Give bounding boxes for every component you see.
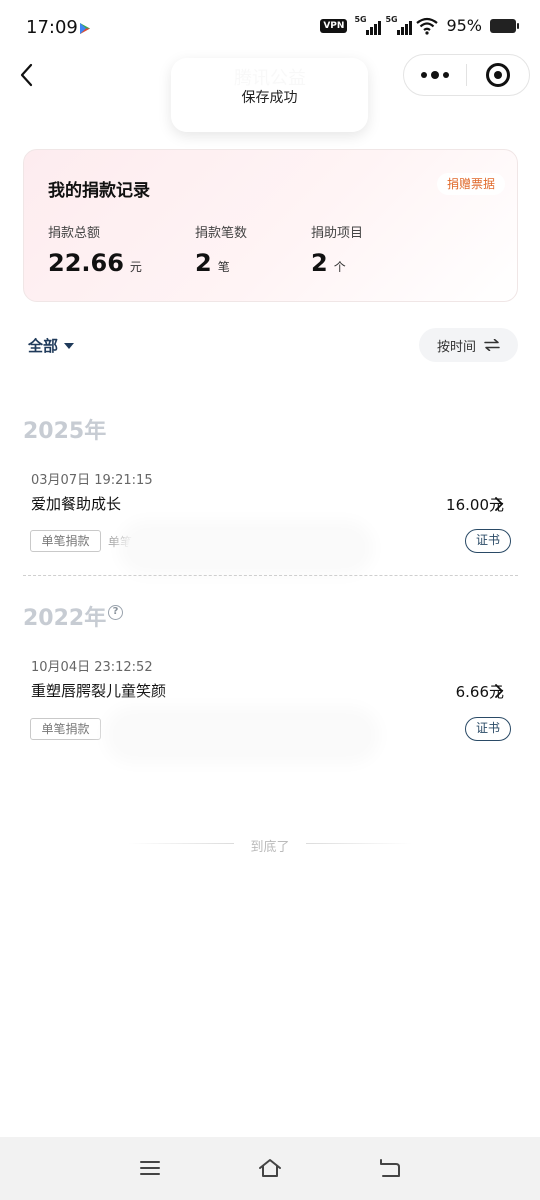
chevron-right-icon — [495, 684, 503, 698]
battery-icon — [490, 18, 519, 33]
stat-donation-count: 捐款笔数 2笔 — [195, 226, 248, 277]
donation-summary-card: 我的捐款记录 捐赠票据 捐款总额 22.66 元 捐款笔数 2笔 捐助项目 2个 — [23, 149, 518, 302]
donation-receipt-button[interactable]: 捐赠票据 — [436, 173, 505, 195]
swap-arrows-icon — [484, 339, 500, 351]
status-time: 17:09 — [26, 17, 78, 38]
summary-title: 我的捐款记录 — [48, 181, 150, 201]
toast: 保存成功 — [171, 58, 368, 132]
end-divider-right — [306, 843, 412, 844]
wifi-icon — [416, 17, 439, 35]
more-dots-icon — [421, 72, 427, 78]
play-store-icon — [80, 23, 90, 34]
status-bar: 17:09 VPN 5G 5G 95% — [0, 0, 540, 56]
toast-text: 保存成功 — [241, 90, 298, 106]
stat-total-amount: 捐款总额 22.66 元 — [48, 226, 142, 277]
question-circle-icon[interactable]: ? — [108, 605, 123, 620]
mini-program-capsule — [403, 54, 530, 96]
caret-down-icon — [64, 342, 75, 349]
sort-by-time-button[interactable]: 按时间 — [419, 328, 518, 362]
record-project-name: 重塑唇腭裂儿童笑颜 — [31, 682, 167, 700]
back-gesture-icon[interactable] — [378, 1157, 402, 1179]
redaction-mask — [114, 716, 370, 754]
year-header: 2025年 — [23, 419, 107, 444]
redaction-mask — [128, 530, 364, 566]
signal-icon: 5G — [354, 15, 382, 35]
battery-percent: 95% — [446, 16, 482, 35]
close-button[interactable] — [467, 55, 529, 95]
system-navigation-bar — [0, 1137, 540, 1200]
home-icon[interactable] — [258, 1157, 282, 1179]
year-header: 2022年 — [23, 606, 107, 631]
target-close-icon — [486, 63, 510, 87]
filter-dropdown[interactable]: 全部 — [28, 335, 75, 356]
stat-project-count: 捐助项目 2个 — [311, 226, 364, 277]
certificate-button[interactable]: 证书 — [465, 717, 511, 741]
end-of-list-text: 到底了 — [250, 840, 290, 855]
chevron-right-icon — [495, 497, 503, 511]
status-indicators: VPN 5G 5G 95% — [320, 15, 519, 35]
record-date: 10月04日 23:12:52 — [31, 660, 153, 675]
record-type-tag: 单笔捐款 — [30, 718, 101, 740]
more-button[interactable] — [404, 55, 466, 95]
vpn-badge: VPN — [320, 18, 348, 33]
sort-label: 按时间 — [436, 339, 476, 355]
record-type-tag: 单笔捐款 — [30, 530, 101, 552]
certificate-button[interactable]: 证书 — [465, 529, 511, 553]
group-divider — [23, 575, 518, 576]
record-date: 03月07日 19:21:15 — [31, 473, 153, 488]
menu-icon[interactable] — [138, 1157, 162, 1179]
signal-icon: 5G — [385, 15, 413, 35]
record-project-name: 爱加餐助成长 — [31, 495, 122, 513]
filter-label: 全部 — [28, 337, 59, 355]
